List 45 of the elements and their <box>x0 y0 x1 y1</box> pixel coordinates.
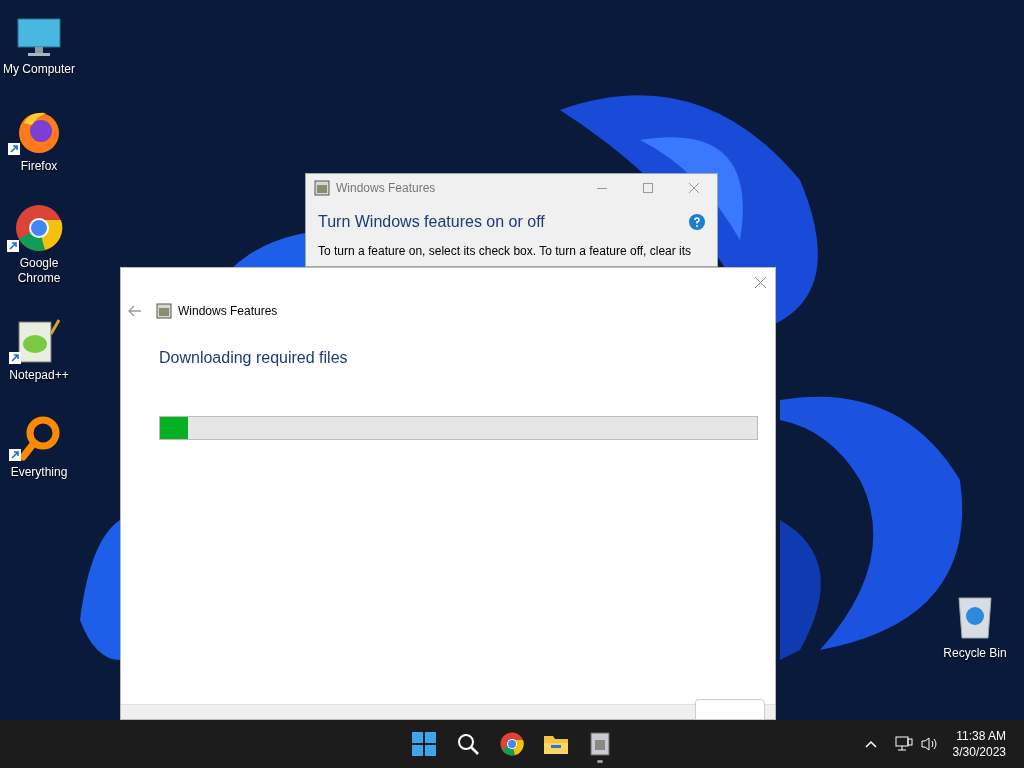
shortcut-arrow-icon <box>9 449 21 461</box>
description-text: To turn a feature on, select its check box. To turn a feature off, clear its <box>317 243 693 260</box>
speaker-icon[interactable] <box>920 736 939 752</box>
desktop-icon[interactable]: Everything <box>0 409 78 484</box>
chrome-icon <box>500 732 524 756</box>
notepad-icon <box>17 318 61 364</box>
shortcut-arrow-icon <box>7 240 19 252</box>
window-title: Windows Features <box>178 303 278 320</box>
monitor-icon <box>17 18 61 58</box>
search-icon <box>456 732 480 756</box>
clock-date: 3/30/2023 <box>952 744 1006 760</box>
back-button[interactable] <box>127 303 143 319</box>
features-window-icon <box>314 180 330 196</box>
desktop-icon[interactable]: Notepad++ <box>0 312 78 387</box>
clock-time: 11:38 AM <box>956 728 1006 744</box>
recycle-bin-icon <box>957 596 993 640</box>
desktop-icon[interactable]: Google Chrome <box>0 200 78 290</box>
window-title: Windows Features <box>336 180 436 197</box>
desktop-icon[interactable]: My Computer <box>0 6 78 81</box>
shortcut-arrow-icon <box>8 143 20 155</box>
icon-label: Notepad++ <box>9 368 69 383</box>
status-heading: Downloading required files <box>159 348 349 368</box>
minimize-icon <box>597 187 607 189</box>
folder-icon <box>543 733 569 755</box>
close-icon <box>689 183 699 193</box>
shortcut-arrow-icon <box>9 352 21 364</box>
windows-logo-icon <box>412 732 436 756</box>
icon-label: My Computer <box>3 62 75 77</box>
chrome-icon <box>15 204 63 252</box>
features-window-icon <box>590 732 610 756</box>
close-icon <box>754 276 766 288</box>
desktop-icon[interactable]: Firefox <box>0 103 78 178</box>
back-arrow-icon <box>128 305 142 317</box>
window-heading: Turn Windows features on or off <box>318 212 545 232</box>
chevron-up-icon[interactable] <box>864 740 877 748</box>
network-icon[interactable] <box>894 736 913 752</box>
clock[interactable]: 11:38 AM 3/30/2023 <box>952 728 1006 760</box>
icon-label: Everything <box>10 465 68 480</box>
icon-label: Firefox <box>20 159 58 174</box>
maximize-icon <box>643 183 653 193</box>
help-icon[interactable] <box>689 214 705 230</box>
features-window-icon <box>156 303 172 319</box>
icon-label: Google Chrome <box>16 256 62 286</box>
desktop-icon[interactable]: Recycle Bin <box>936 596 1014 662</box>
icon-label: Recycle Bin <box>943 645 1007 662</box>
